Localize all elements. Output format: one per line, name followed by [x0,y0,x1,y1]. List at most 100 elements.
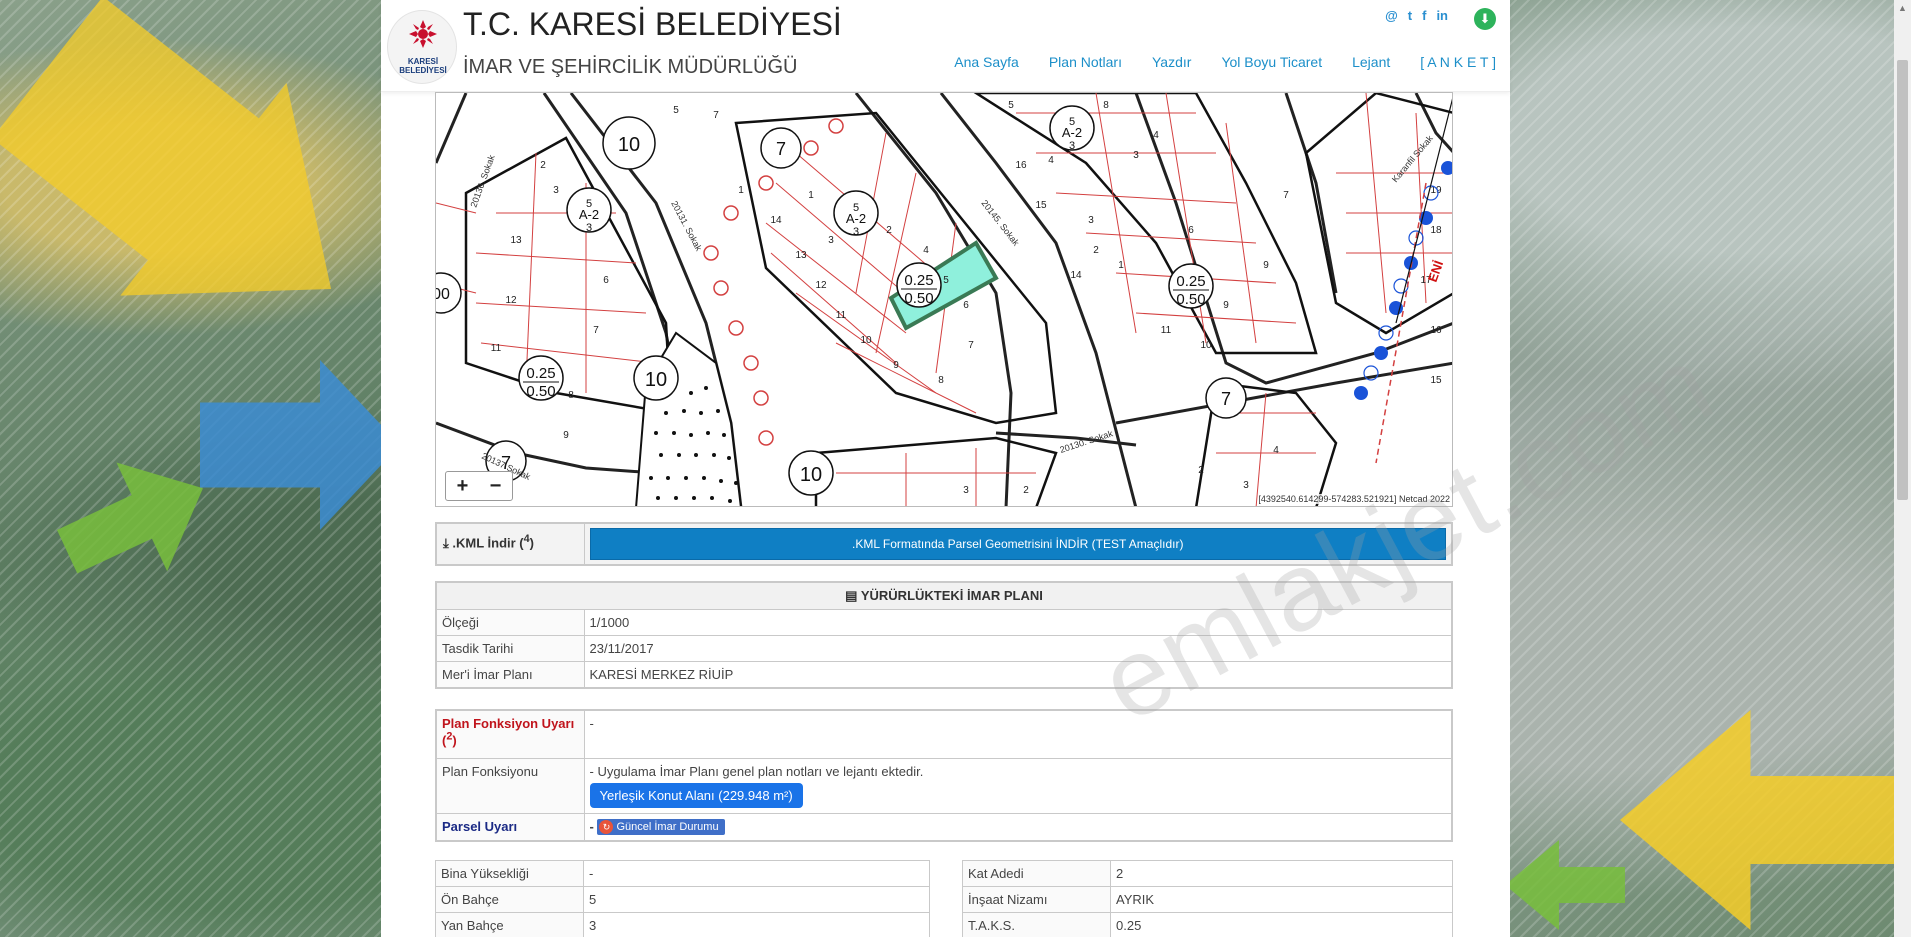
zoning-map[interactable]: 10 7 5 A-2 3 5 A-2 3 5 A-2 3 0.25 0.50 0.25 0.50… [435,92,1453,507]
svg-text:0.25: 0.25 [904,272,933,289]
svg-text:A-2: A-2 [1062,125,1082,140]
kml-label-cell: ⤓ .KML İndir (4) [435,522,585,566]
svg-text:13: 13 [510,235,522,246]
linkedin-icon[interactable]: in [1436,8,1448,23]
zone-label-10: 10 [618,134,640,156]
scrollbar-thumb[interactable] [1897,60,1908,500]
nav-ana-sayfa[interactable]: Ana Sayfa [954,54,1019,70]
svg-text:0.50: 0.50 [1176,291,1205,308]
zoning-map-drawing: 10 7 5A-23 5A-23 5A-23 0.250.50 0.250.50… [436,93,1452,506]
plan-row-value: 23/11/2017 [583,635,1453,662]
left-row-value: 5 [583,886,930,913]
svg-text:16: 16 [1015,160,1027,171]
plan-function-text: - Uygulama İmar Planı genel plan notları… [589,763,924,779]
email-icon[interactable]: @ [1385,8,1398,23]
svg-text:7: 7 [1283,190,1289,201]
svg-text:5: 5 [673,105,679,116]
nav-plan-notlari[interactable]: Plan Notları [1049,54,1122,70]
svg-text:2: 2 [540,160,546,171]
svg-text:11: 11 [1161,325,1172,336]
svg-text:0.50: 0.50 [904,290,933,307]
svg-text:6: 6 [963,300,969,311]
left-row-label: Ön Bahçe [435,886,584,913]
svg-text:2: 2 [1023,485,1029,496]
plan-row-label: Tasdik Tarihi [435,635,585,662]
svg-text:3: 3 [828,235,834,246]
svg-text:12: 12 [815,280,827,291]
nav-yol-boyu-ticaret[interactable]: Yol Boyu Ticaret [1221,54,1322,70]
svg-text:6: 6 [603,275,609,286]
svg-text:4: 4 [1273,445,1279,456]
current-zoning-button[interactable]: ↻ Güncel İmar Durumu [597,819,725,836]
svg-text:1: 1 [738,185,744,196]
svg-text:18: 18 [1430,225,1442,236]
scroll-up-icon[interactable]: ▲ [1898,3,1907,13]
svg-text:14: 14 [1070,270,1082,281]
svg-text:10: 10 [860,335,872,346]
svg-text:8: 8 [568,390,574,401]
svg-text:3: 3 [1088,215,1094,226]
plan-heading: YÜRÜRLÜKTEKİ İMAR PLANI [860,588,1043,603]
svg-text:4: 4 [923,245,929,256]
page-subtitle: İMAR VE ŞEHİRCİLİK MÜDÜRLÜĞÜ [463,56,798,78]
refresh-icon: ↻ [599,820,614,835]
kml-label: .KML İndir [452,535,516,551]
svg-text:3: 3 [1133,150,1139,161]
main-nav: Ana Sayfa Plan Notları Yazdır Yol Boyu T… [954,54,1496,70]
zoom-out-button[interactable]: − [479,472,512,500]
svg-text:10: 10 [800,464,822,486]
svg-text:10: 10 [645,369,667,391]
social-links: @ t f in [1385,8,1448,23]
nav-anket[interactable]: [ A N K E T ] [1420,54,1496,70]
right-row-label: Kat Adedi [962,860,1111,887]
twitter-icon[interactable]: t [1408,8,1412,23]
svg-text:5: 5 [943,275,949,286]
nav-yazdir[interactable]: Yazdır [1152,54,1191,70]
right-row-value: AYRIK [1110,886,1453,913]
svg-text:11: 11 [491,343,502,354]
facebook-icon[interactable]: f [1422,8,1426,23]
svg-text:9: 9 [1223,300,1229,311]
municipality-logo[interactable]: KARESİ BELEDİYESİ [387,10,457,84]
svg-text:3: 3 [853,226,859,238]
svg-text:2: 2 [1198,465,1204,476]
page-scrollbar[interactable]: ▲ [1894,0,1911,937]
plan-row-value: 1/1000 [583,609,1453,636]
svg-text:3: 3 [1069,140,1075,152]
svg-text:3: 3 [586,222,592,234]
kml-download-button[interactable]: .KML Formatında Parsel Geometrisini İNDİ… [589,528,1446,560]
nav-lejant[interactable]: Lejant [1352,54,1390,70]
left-row-value: - [583,860,930,887]
svg-text:0.25: 0.25 [1176,273,1205,290]
svg-text:A-2: A-2 [579,207,599,222]
zoom-in-button[interactable]: + [446,472,479,500]
plan-function-table: Plan Fonksiyon Uyarı (2) - Plan Fonksiyo… [435,709,1453,843]
svg-text:0.25: 0.25 [526,365,555,382]
document-icon: ▤ [845,588,858,603]
svg-text:14: 14 [770,215,782,226]
svg-text:00: 00 [436,286,450,303]
svg-text:4: 4 [1048,155,1054,166]
svg-text:8: 8 [938,375,944,386]
parcel-warning-label: Parsel Uyarı [442,818,518,834]
svg-text:1: 1 [808,190,814,201]
plan-row-value: KARESİ MERKEZ RİUİP [583,661,1453,689]
residential-area-badge[interactable]: Yerleşik Konut Alanı (229.948 m²) [589,782,803,808]
logo-text: KARESİ BELEDİYESİ [399,57,447,75]
svg-text:6: 6 [1188,225,1194,236]
page-title: T.C. KARESİ BELEDİYESİ [463,6,842,42]
left-row-label: Yan Bahçe [435,912,584,937]
svg-text:16: 16 [1430,325,1442,336]
svg-text:4: 4 [1153,130,1159,141]
building-left-table: Bina Yüksekliği - Ön Bahçe 5 Yan Bahçe 3 [435,860,930,937]
kml-sup: 4 [523,533,530,545]
plan-row-label: Mer'i İmar Planı [435,661,585,689]
svg-text:7: 7 [593,325,599,336]
current-zoning-label: Güncel İmar Durumu [616,821,719,834]
download-icon[interactable]: ⬇ [1474,8,1496,30]
svg-text:3: 3 [963,485,969,496]
map-coordinates: [4392540.614299-574283.521921] Netcad 20… [1258,494,1450,504]
svg-text:0.50: 0.50 [526,383,555,400]
right-row-value: 2 [1110,860,1453,887]
svg-text:A-2: A-2 [846,211,866,226]
